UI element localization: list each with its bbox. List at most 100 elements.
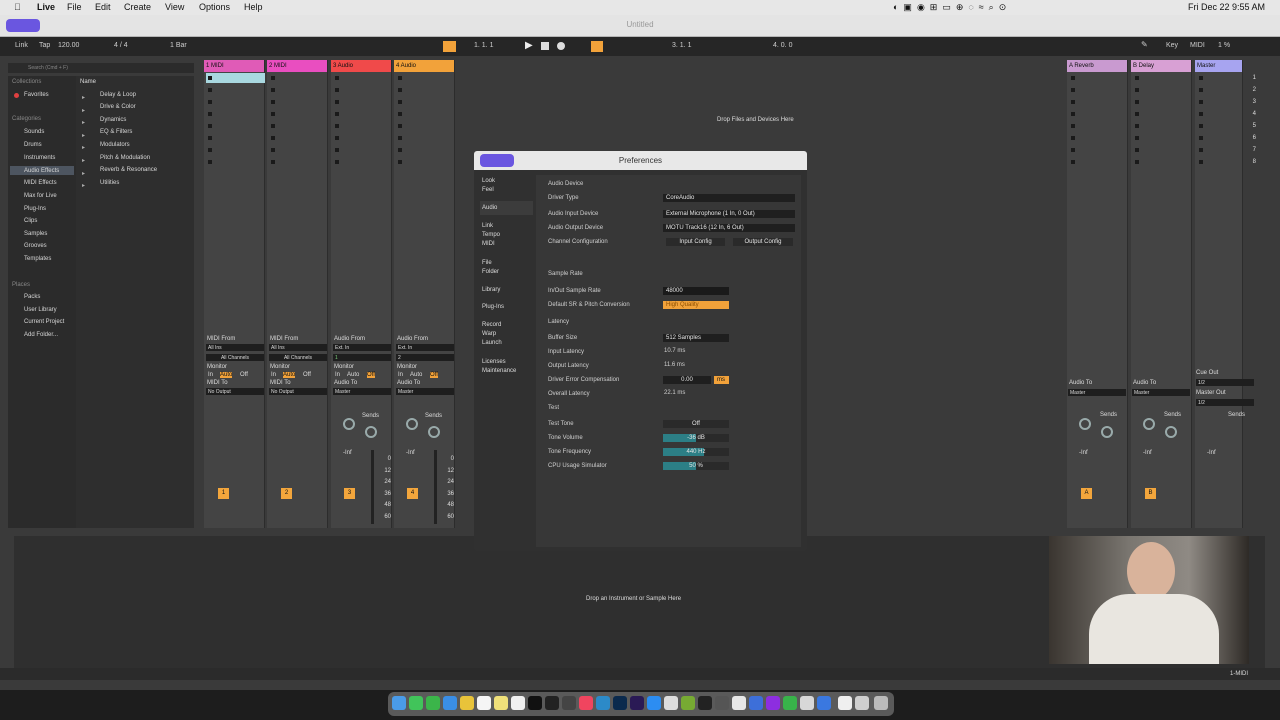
menu-file[interactable]: File [67, 2, 82, 12]
driver-type-select[interactable]: CoreAudio [663, 194, 795, 202]
clip-slot[interactable] [208, 112, 212, 116]
category-plug-ins[interactable]: Plug-Ins [24, 206, 46, 212]
t1-monitor-off[interactable]: Off [240, 372, 248, 378]
return-b-header[interactable]: B Delay [1131, 60, 1191, 72]
chrome-icon[interactable] [460, 696, 474, 710]
default-sr-select[interactable]: High Quality [663, 301, 729, 309]
input-config-button[interactable]: Input Config [666, 238, 725, 246]
t3-volume[interactable]: -Inf [343, 450, 352, 456]
clip-slot[interactable] [335, 160, 339, 164]
clip-slot[interactable] [271, 88, 275, 92]
safari-icon[interactable] [443, 696, 457, 710]
clip-slot[interactable] [208, 88, 212, 92]
clip-slot[interactable] [1135, 100, 1139, 104]
clip-slot[interactable] [271, 148, 275, 152]
ra-out-select[interactable]: Master [1068, 389, 1126, 396]
menu-live[interactable]: Live [37, 2, 55, 12]
driver-comp-unit[interactable]: ms [714, 376, 729, 384]
nav-file-folder[interactable]: File Folder [482, 259, 499, 277]
signature-field[interactable]: 4 / 4 [114, 42, 128, 49]
quantize-select[interactable]: 1 Bar [170, 42, 187, 49]
t2-monitor-auto[interactable]: Auto [283, 372, 296, 378]
folder-pitch-modulation[interactable]: Pitch & Modulation [100, 155, 150, 161]
output-device-select[interactable]: MOTU Track16 (12 In, 6 Out) [663, 224, 795, 232]
clip-slot[interactable] [335, 148, 339, 152]
app-icon-1[interactable] [545, 696, 559, 710]
clip-slot[interactable] [1135, 112, 1139, 116]
clip-slot[interactable] [1199, 76, 1203, 80]
clip-slot[interactable] [398, 148, 402, 152]
track-1-header[interactable]: 1 MIDI [204, 60, 264, 72]
favorites-item[interactable]: Favorites [24, 92, 49, 98]
clip-slot[interactable] [1071, 124, 1075, 128]
clip-slot[interactable] [1199, 136, 1203, 140]
input-device-select[interactable]: External Microphone (1 In, 0 Out) [663, 210, 795, 218]
t3-send-b-knob[interactable] [365, 426, 377, 438]
inout-sample-rate-select[interactable]: 48000 [663, 287, 729, 295]
photoshop-icon[interactable] [613, 696, 627, 710]
folder-delay-loop[interactable]: Delay & Loop [100, 92, 136, 98]
t1-out-select[interactable]: No Output [206, 388, 264, 395]
menu-help[interactable]: Help [244, 2, 263, 12]
t1-monitor-in[interactable]: In [208, 372, 213, 378]
midi-button[interactable]: MIDI [1190, 42, 1205, 49]
app-icon-13[interactable] [817, 696, 831, 710]
t4-monitor-in[interactable]: In [398, 372, 403, 378]
t3-io-select[interactable]: Ext. In [333, 344, 391, 351]
t3-monitor-in[interactable]: In [335, 372, 340, 378]
cue-out-select[interactable]: 1/2 [1196, 379, 1254, 386]
t4-activator[interactable]: 4 [407, 488, 418, 499]
clip-slot[interactable] [1135, 76, 1139, 80]
tone-frequency-slider[interactable]: 440 Hz [663, 448, 729, 456]
loop-start-field[interactable]: 3. 1. 1 [672, 42, 691, 49]
ra-activator[interactable]: A [1081, 488, 1092, 499]
place-current-project[interactable]: Current Project [24, 319, 64, 325]
play-icon[interactable]: ▶ [525, 40, 533, 51]
clip-slot[interactable] [1071, 112, 1075, 116]
clip-slot[interactable] [1071, 88, 1075, 92]
tap-button[interactable]: Tap [39, 42, 50, 49]
folder-dynamics[interactable]: Dynamics [100, 117, 126, 123]
clip-slot[interactable] [208, 148, 212, 152]
photos-icon[interactable] [511, 696, 525, 710]
category-instruments[interactable]: Instruments [24, 155, 55, 161]
t3-monitor-off[interactable]: Off [367, 372, 375, 378]
t2-activator[interactable]: 2 [281, 488, 292, 499]
clock[interactable]: Fri Dec 22 9:55 AM [1188, 2, 1265, 12]
app-icon-4[interactable] [664, 696, 678, 710]
nav-licenses-maintenance[interactable]: Licenses Maintenance [482, 358, 516, 376]
folder-icon[interactable] [855, 696, 869, 710]
nav-audio[interactable]: Audio [482, 204, 497, 213]
clip-slot[interactable] [1199, 88, 1203, 92]
driver-comp-field[interactable]: 0.00 [663, 376, 711, 384]
t2-monitor-off[interactable]: Off [303, 372, 311, 378]
track-4-header[interactable]: 4 Audio [394, 60, 454, 72]
t3-activator[interactable]: 3 [344, 488, 355, 499]
rb-send-a-knob[interactable] [1143, 418, 1155, 430]
t4-ch-select[interactable]: 2 [396, 354, 454, 361]
clip-slot[interactable] [335, 88, 339, 92]
clip-slot[interactable] [1071, 160, 1075, 164]
place-add-folder[interactable]: Add Folder... [24, 332, 58, 338]
clip-slot[interactable] [335, 76, 339, 80]
clip-slot[interactable] [208, 136, 212, 140]
clip-slot[interactable] [398, 160, 402, 164]
place-user-library[interactable]: User Library [24, 307, 57, 313]
app-icon-6[interactable] [698, 696, 712, 710]
app-icon-12[interactable] [800, 696, 814, 710]
clip-slot[interactable] [1135, 88, 1139, 92]
clip-slot[interactable] [1199, 148, 1203, 152]
nav-library[interactable]: Library [482, 286, 500, 295]
t4-volume[interactable]: -Inf [406, 450, 415, 456]
t3-monitor-auto[interactable]: Auto [347, 372, 359, 378]
track-2-header[interactable]: 2 MIDI [267, 60, 327, 72]
t3-send-a-knob[interactable] [343, 418, 355, 430]
clip-slot[interactable] [1135, 136, 1139, 140]
stop-icon[interactable] [541, 42, 549, 50]
master-volume[interactable]: -Inf [1207, 450, 1216, 456]
record-icon[interactable] [557, 42, 565, 50]
search-input[interactable]: Search (Cmd + F) [28, 65, 68, 71]
folder-reverb-resonance[interactable]: Reverb & Resonance [100, 167, 157, 173]
clip-slot[interactable] [271, 160, 275, 164]
category-midi-effects[interactable]: MIDI Effects [24, 180, 57, 186]
